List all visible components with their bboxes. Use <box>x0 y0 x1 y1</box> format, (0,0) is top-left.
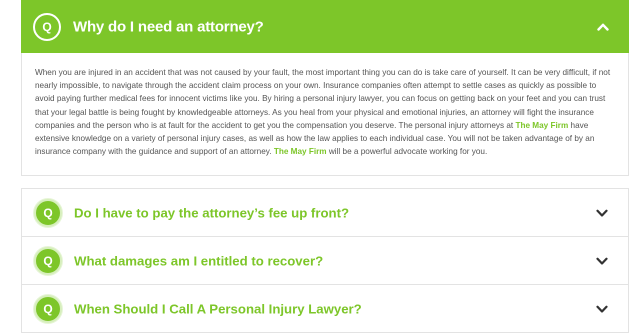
faq-question-title: Do I have to pay the attorney’s fee up f… <box>74 205 350 220</box>
chevron-down-icon[interactable] <box>596 303 608 315</box>
chevron-up-icon[interactable] <box>597 21 609 33</box>
firm-link[interactable]: The May Firm <box>515 121 568 130</box>
faq-answer: When you are injured in an accident that… <box>21 53 629 176</box>
faq-item-open: Q Why do I need an attorney? When you ar… <box>21 0 629 176</box>
faq-question-title: When Should I Call A Personal Injury Law… <box>74 301 362 316</box>
firm-link[interactable]: The May Firm <box>274 147 327 156</box>
faq-question-title: Why do I need an attorney? <box>73 18 264 35</box>
faq-accordion: Q Why do I need an attorney? When you ar… <box>21 0 629 333</box>
chevron-down-icon[interactable] <box>596 255 608 267</box>
q-badge: Q <box>34 246 62 275</box>
faq-item-closed[interactable]: Q Do I have to pay the attorney’s fee up… <box>21 188 629 236</box>
q-badge: Q <box>33 12 61 41</box>
faq-question-header[interactable]: Q Why do I need an attorney? <box>21 0 629 53</box>
answer-text: will be a powerful advocate working for … <box>326 147 488 157</box>
q-badge: Q <box>34 198 62 227</box>
faq-item-closed[interactable]: Q What damages am I entitled to recover? <box>21 236 629 284</box>
faq-question-title: What damages am I entitled to recover? <box>74 253 324 268</box>
faq-closed-list: Q Do I have to pay the attorney’s fee up… <box>21 188 629 333</box>
q-badge: Q <box>34 294 62 323</box>
chevron-down-icon[interactable] <box>596 207 608 219</box>
faq-item-closed[interactable]: Q When Should I Call A Personal Injury L… <box>21 284 629 333</box>
